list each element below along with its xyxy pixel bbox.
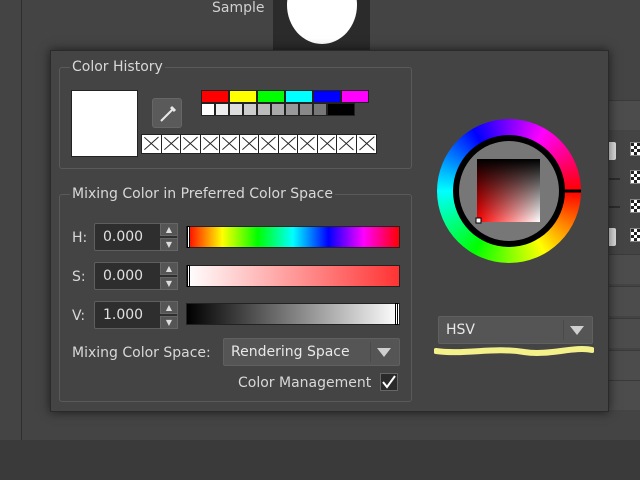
arrow-down-icon[interactable]: ▼ bbox=[160, 316, 178, 329]
empty-history-slot[interactable] bbox=[356, 135, 376, 153]
hue-label: H: bbox=[72, 230, 88, 246]
color-wheel[interactable] bbox=[436, 118, 582, 264]
palette-swatch[interactable] bbox=[229, 103, 243, 116]
color-management-checkbox[interactable] bbox=[380, 373, 398, 391]
arrow-up-icon[interactable]: ▲ bbox=[160, 223, 178, 236]
palette-swatch[interactable] bbox=[271, 103, 285, 116]
mixing-color-space-value: Rendering Space bbox=[231, 344, 350, 360]
connector-line bbox=[608, 206, 620, 208]
highlight-annotation bbox=[434, 346, 594, 356]
hue-stepper[interactable]: ▲ ▼ bbox=[160, 223, 178, 251]
empty-history-slot[interactable] bbox=[220, 135, 240, 153]
wheel-mode-value: HSV bbox=[446, 322, 475, 338]
empty-history-slot[interactable] bbox=[161, 135, 181, 153]
checker-swatch bbox=[630, 142, 640, 156]
palette-swatch[interactable] bbox=[313, 90, 341, 103]
mixing-color-title: Mixing Color in Preferred Color Space bbox=[70, 185, 335, 203]
color-history-group: Color History bbox=[59, 58, 412, 169]
left-panel-strip bbox=[0, 0, 22, 480]
empty-history-slot[interactable] bbox=[181, 135, 201, 153]
palette-swatch[interactable] bbox=[313, 103, 327, 116]
checkmark-icon bbox=[382, 375, 396, 389]
color-management-label: Color Management bbox=[238, 375, 372, 391]
empty-history-slot[interactable] bbox=[142, 135, 162, 153]
eyedropper-icon bbox=[160, 105, 177, 122]
value-value: 1.000 bbox=[103, 307, 144, 323]
current-color-swatch[interactable] bbox=[71, 90, 138, 157]
palette-swatch[interactable] bbox=[299, 103, 313, 116]
palette-swatch[interactable] bbox=[201, 103, 215, 116]
color-chooser-popup: Color History Mixing Color in Preferred … bbox=[50, 50, 609, 412]
hue-slider[interactable] bbox=[186, 226, 400, 248]
mixing-color-space-label: Mixing Color Space: bbox=[72, 345, 211, 361]
mixing-color-space-dropdown[interactable]: Rendering Space bbox=[223, 338, 400, 366]
palette-swatch[interactable] bbox=[215, 103, 229, 116]
saturation-slider[interactable] bbox=[186, 265, 400, 287]
saturation-stepper[interactable]: ▲ ▼ bbox=[160, 262, 178, 290]
palette-swatch[interactable] bbox=[201, 90, 229, 103]
hue-value: 0.000 bbox=[103, 229, 144, 245]
connector-line bbox=[608, 178, 620, 180]
palette-swatch[interactable] bbox=[257, 90, 285, 103]
sample-swatch bbox=[273, 0, 370, 52]
palette-swatch[interactable] bbox=[341, 90, 369, 103]
empty-history-slot[interactable] bbox=[317, 135, 337, 153]
value-stepper[interactable]: ▲ ▼ bbox=[160, 301, 178, 329]
palette-swatch[interactable] bbox=[229, 90, 257, 103]
slider-handle[interactable] bbox=[395, 303, 398, 325]
palette-swatch[interactable] bbox=[285, 103, 299, 116]
arrow-up-icon[interactable]: ▲ bbox=[160, 301, 178, 314]
value-label: V: bbox=[72, 308, 86, 324]
checker-swatch bbox=[630, 228, 640, 242]
empty-history-slot[interactable] bbox=[278, 135, 298, 153]
arrow-down-icon[interactable]: ▼ bbox=[160, 277, 178, 290]
sample-label: Sample bbox=[212, 0, 265, 16]
saturation-value: 0.000 bbox=[103, 268, 144, 284]
palette-swatch[interactable] bbox=[257, 103, 271, 116]
slider-handle[interactable] bbox=[187, 265, 190, 287]
sample-sphere bbox=[287, 0, 357, 44]
checker-swatch bbox=[630, 199, 640, 213]
arrow-down-icon[interactable]: ▼ bbox=[160, 238, 178, 251]
history-palette bbox=[201, 90, 371, 116]
slider-handle[interactable] bbox=[187, 226, 190, 248]
chevron-down-icon bbox=[570, 326, 584, 335]
color-history-title: Color History bbox=[70, 58, 165, 76]
checker-swatch bbox=[630, 170, 640, 184]
empty-history-slot[interactable] bbox=[259, 135, 279, 153]
arrow-up-icon[interactable]: ▲ bbox=[160, 262, 178, 275]
palette-swatch[interactable] bbox=[327, 103, 355, 116]
empty-history-slot[interactable] bbox=[239, 135, 259, 153]
empty-history-slot[interactable] bbox=[337, 135, 357, 153]
saturation-label: S: bbox=[72, 269, 86, 285]
history-empty-slots bbox=[141, 134, 377, 154]
dropdown-divider bbox=[370, 342, 371, 362]
dropdown-divider bbox=[563, 320, 564, 340]
palette-swatch[interactable] bbox=[285, 90, 313, 103]
chevron-down-icon bbox=[377, 348, 391, 357]
bottom-area bbox=[0, 440, 640, 480]
mixing-color-group: Mixing Color in Preferred Color Space H:… bbox=[59, 185, 412, 402]
palette-swatch[interactable] bbox=[243, 103, 257, 116]
empty-history-slot[interactable] bbox=[298, 135, 318, 153]
value-slider[interactable] bbox=[186, 303, 400, 325]
eyedropper-button[interactable] bbox=[152, 98, 182, 128]
hsv-wheel-graphic bbox=[437, 119, 581, 263]
empty-history-slot[interactable] bbox=[200, 135, 220, 153]
wheel-mode-dropdown[interactable]: HSV bbox=[438, 316, 593, 344]
